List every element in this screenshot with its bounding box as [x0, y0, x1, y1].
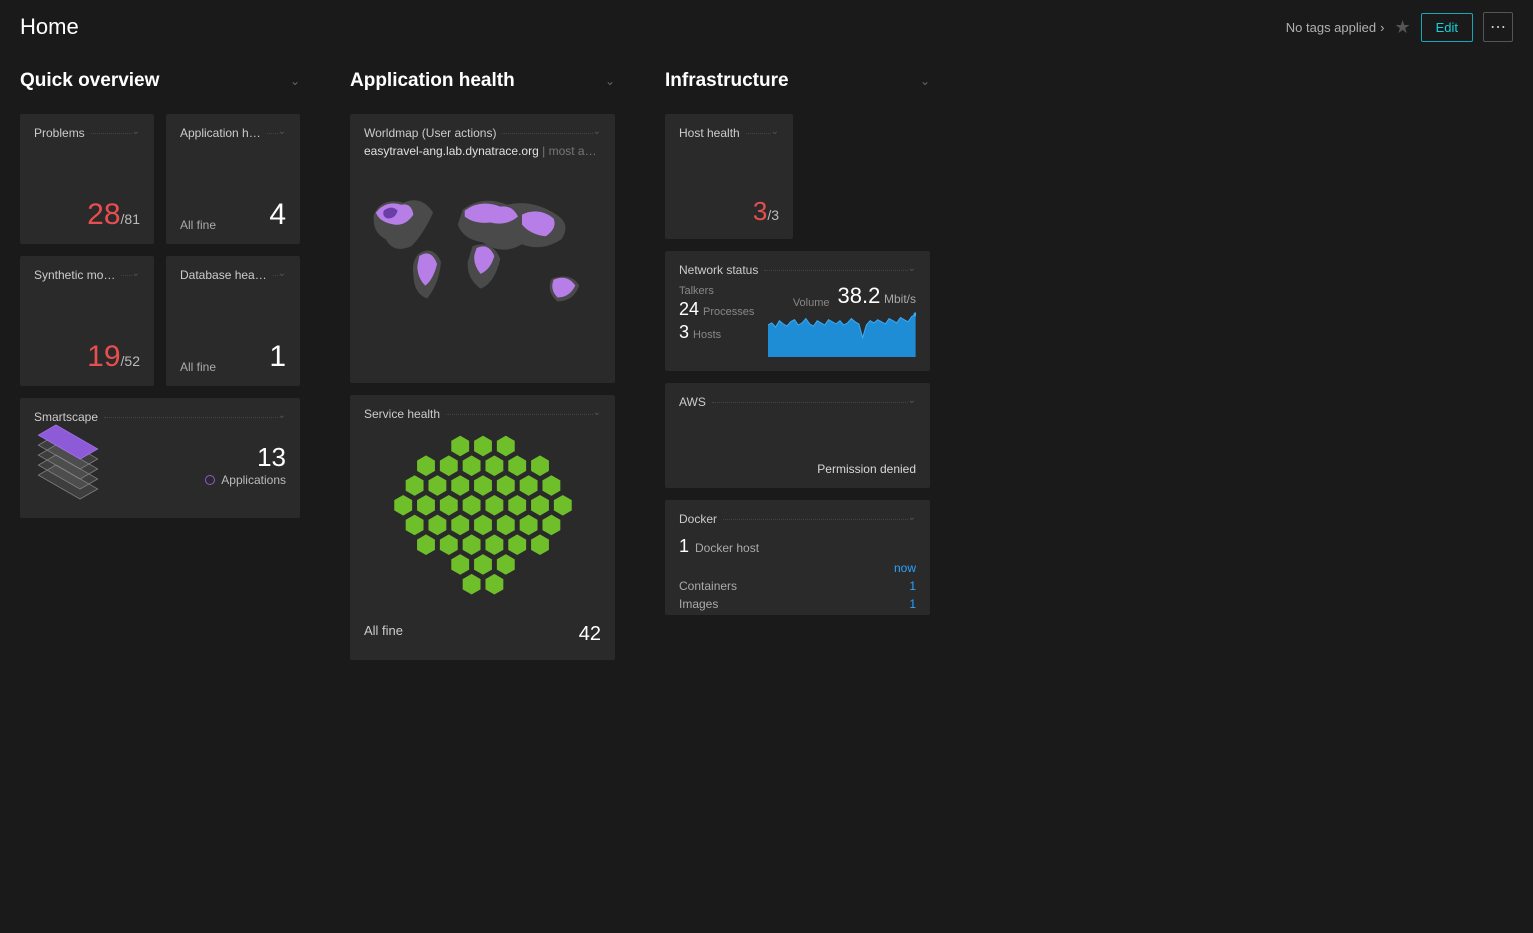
- worldmap-graphic: [364, 174, 601, 344]
- chevron-down-icon[interactable]: ⌄: [593, 126, 601, 137]
- status-text: All fine: [180, 360, 216, 374]
- docker-now: now: [679, 561, 916, 575]
- chevron-down-icon[interactable]: ⌄: [908, 512, 916, 523]
- synthetic-total: /52: [121, 353, 140, 369]
- tile-title: Application h…: [180, 126, 278, 140]
- volume-unit: Mbit/s: [884, 292, 916, 306]
- section-title-app-health: Application health: [350, 70, 515, 92]
- network-chart: [768, 309, 916, 357]
- volume-value: 38.2: [838, 283, 881, 308]
- service-health-count: 42: [579, 623, 601, 646]
- status-text: All fine: [180, 218, 216, 232]
- problems-total: /81: [121, 211, 140, 227]
- tile-title: Service health: [364, 407, 593, 421]
- tile-db-health[interactable]: Database hea… ⌄ All fine 1: [166, 256, 300, 386]
- worldmap-subtitle-muted: | most a…: [539, 144, 597, 158]
- images-value: 1: [909, 597, 916, 611]
- tile-problems[interactable]: Problems ⌄ 28/81: [20, 114, 154, 244]
- worldmap-subtitle: easytravel-ang.lab.dynatrace.org: [364, 144, 539, 158]
- app-health-count: 4: [269, 198, 286, 232]
- ring-icon: [205, 475, 215, 485]
- containers-label: Containers: [679, 579, 737, 593]
- tile-docker[interactable]: Docker ⌄ 1 Docker host now Containers 1 Im…: [665, 500, 930, 615]
- volume-label: Volume: [793, 297, 830, 309]
- tile-host-health[interactable]: Host health ⌄ 3/3: [665, 114, 793, 239]
- chevron-down-icon[interactable]: ⌄: [771, 126, 779, 137]
- tile-title: Synthetic mo…: [34, 268, 132, 282]
- images-label: Images: [679, 597, 718, 611]
- hosts-label: Hosts: [693, 329, 721, 341]
- layers-icon: [34, 429, 114, 499]
- tile-title: Database hea…: [180, 268, 278, 282]
- chevron-down-icon[interactable]: ⌄: [278, 126, 286, 137]
- tile-aws[interactable]: AWS ⌄ Permission denied: [665, 383, 930, 488]
- chevron-down-icon[interactable]: ⌄: [908, 263, 916, 274]
- page-title: Home: [20, 14, 79, 40]
- section-title-quick-overview: Quick overview: [20, 70, 159, 92]
- hosts-count: 3: [679, 322, 689, 342]
- smartscape-count: 13: [205, 442, 286, 473]
- synthetic-count: 19: [87, 340, 120, 373]
- tile-title: Problems: [34, 126, 132, 140]
- chevron-down-icon[interactable]: ⌄: [132, 126, 140, 137]
- problems-count: 28: [87, 198, 120, 231]
- chevron-down-icon[interactable]: ⌄: [605, 74, 615, 88]
- db-health-count: 1: [269, 340, 286, 374]
- more-button[interactable]: ⋯: [1483, 12, 1513, 42]
- chevron-down-icon[interactable]: ⌄: [290, 74, 300, 88]
- aws-message: Permission denied: [679, 409, 916, 476]
- tile-app-health-small[interactable]: Application h… ⌄ All fine 4: [166, 114, 300, 244]
- chevron-down-icon[interactable]: ⌄: [593, 407, 601, 418]
- chevron-down-icon[interactable]: ⌄: [278, 268, 286, 279]
- processes-label: Processes: [703, 306, 754, 318]
- talkers-label: Talkers: [679, 285, 754, 297]
- tile-title: Smartscape: [34, 410, 278, 424]
- tile-title: Host health: [679, 126, 771, 140]
- host-health-total: /3: [767, 207, 779, 223]
- tile-worldmap[interactable]: Worldmap (User actions) ⌄ easytravel-ang…: [350, 114, 615, 383]
- host-health-count: 3: [753, 196, 767, 226]
- docker-host-count: 1: [679, 536, 689, 556]
- containers-value: 1: [909, 579, 916, 593]
- tile-title: AWS: [679, 395, 908, 409]
- edit-button[interactable]: Edit: [1421, 13, 1473, 42]
- section-title-infrastructure: Infrastructure: [665, 70, 789, 92]
- chevron-down-icon[interactable]: ⌄: [278, 410, 286, 421]
- tile-synthetic[interactable]: Synthetic mo… ⌄ 19/52: [20, 256, 154, 386]
- chevron-down-icon[interactable]: ⌄: [908, 395, 916, 406]
- smartscape-label: Applications: [221, 473, 286, 487]
- star-icon[interactable]: ★: [1394, 17, 1410, 38]
- status-text: All fine: [364, 623, 403, 646]
- tags-text: No tags applied: [1286, 20, 1376, 35]
- dots-icon: ⋯: [1490, 17, 1506, 37]
- tile-title: Worldmap (User actions): [364, 126, 593, 140]
- tile-service-health[interactable]: Service health ⌄ All fine 42: [350, 395, 615, 660]
- docker-host-label: Docker host: [695, 541, 759, 555]
- processes-count: 24: [679, 299, 699, 319]
- chevron-down-icon[interactable]: ⌄: [132, 268, 140, 279]
- chevron-right-icon: ›: [1380, 20, 1384, 35]
- tags-link[interactable]: No tags applied ›: [1286, 20, 1385, 35]
- tile-smartscape[interactable]: Smartscape ⌄ 13 Applications: [20, 398, 300, 518]
- honeycomb-graphic: [364, 421, 601, 623]
- tile-title: Network status: [679, 263, 908, 277]
- chevron-down-icon[interactable]: ⌄: [920, 74, 930, 88]
- tile-title: Docker: [679, 512, 908, 526]
- tile-network[interactable]: Network status ⌄ Talkers 24 Processes 3 Ho…: [665, 251, 930, 371]
